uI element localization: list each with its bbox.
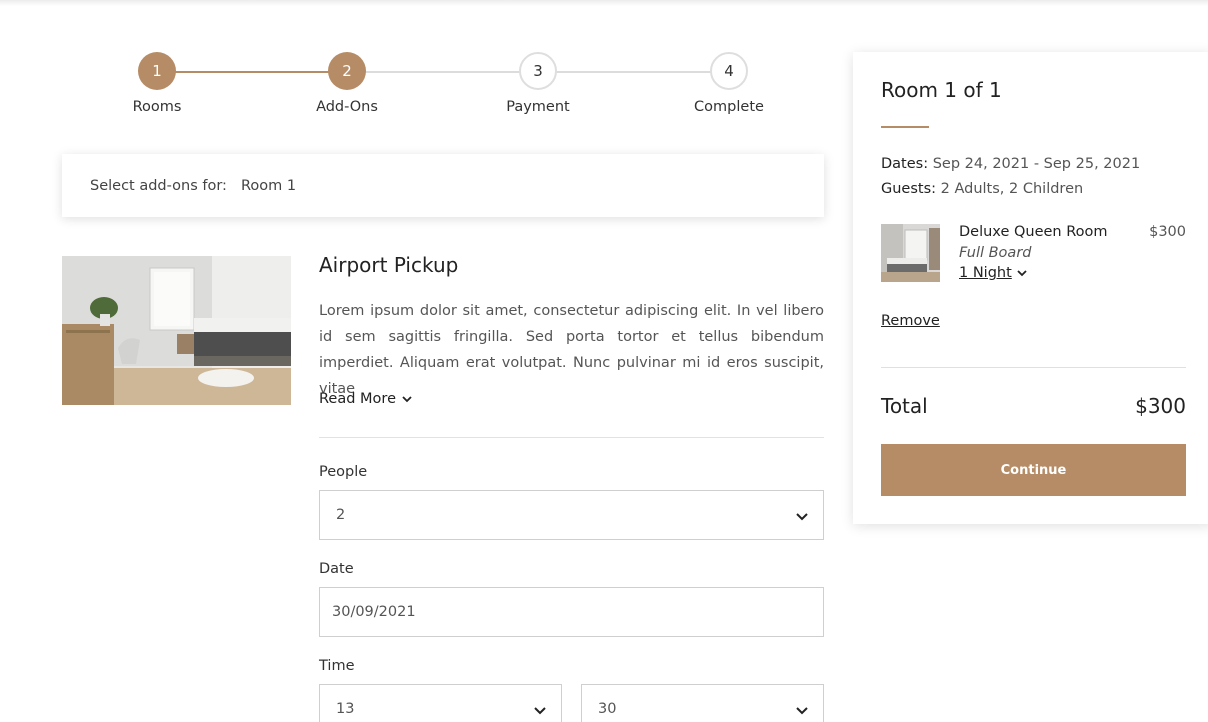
room-price: $300 [1149,224,1186,240]
room-selector-label: Select add-ons for: [90,177,227,194]
room-thumbnail [881,224,940,282]
step-label: Payment [506,99,570,115]
addon-image [62,256,291,405]
total-label: Total [881,394,928,418]
summary-title: Room 1 of 1 [881,78,1002,102]
chevron-down-icon [1017,270,1027,277]
step-label: Complete [694,99,764,115]
addon-title: Airport Pickup [319,253,459,277]
date-input[interactable]: 30/09/2021 [319,587,824,637]
time-minute-select[interactable]: 30 [581,684,824,722]
summary-divider [881,367,1186,368]
time-hour-value: 13 [336,701,355,717]
remove-room-link[interactable]: Remove [881,313,940,329]
room-selector-value[interactable]: Room 1 [241,178,296,194]
step-label: Rooms [132,99,182,115]
total-value: $300 [1135,394,1186,418]
step-complete: 4 Complete [634,52,824,115]
read-more-label: Read More [319,391,396,407]
nights-dropdown[interactable]: 1 Night [959,265,1028,281]
summary-guests: Guests: 2 Adults, 2 Children [881,181,1083,197]
time-label: Time [319,658,355,674]
step-number: 2 [328,52,366,90]
chevron-down-icon [796,513,808,521]
section-divider [319,437,824,438]
step-number: 4 [710,52,748,90]
nights-label: 1 Night [959,265,1012,281]
booking-summary-card: Room 1 of 1 Dates: Sep 24, 2021 - Sep 25… [853,52,1208,524]
chevron-down-icon [402,396,412,403]
step-label: Add-Ons [316,99,378,115]
people-value: 2 [336,507,346,523]
time-minute-value: 30 [598,701,617,717]
step-rooms[interactable]: 1 Rooms [62,52,252,115]
title-accent-line [881,126,929,128]
people-label: People [319,464,368,480]
dates-value: Sep 24, 2021 - Sep 25, 2021 [932,156,1141,172]
guests-value: 2 Adults, 2 Children [940,181,1084,197]
guests-label: Guests: [881,181,937,197]
date-value: 30/09/2021 [332,604,416,620]
date-label: Date [319,561,354,577]
time-hour-select[interactable]: 13 [319,684,562,722]
dates-label: Dates: [881,156,929,172]
addon-description: Lorem ipsum dolor sit amet, consectetur … [319,303,824,397]
top-shadow [0,0,1208,6]
step-number: 1 [138,52,176,90]
people-select[interactable]: 2 [319,490,824,540]
chevron-down-icon [796,707,808,715]
step-number: 3 [519,52,557,90]
room-name: Deluxe Queen Room [959,224,1108,240]
board-type: Full Board [959,245,1032,261]
continue-button[interactable]: Continue [881,444,1186,496]
room-selector[interactable]: Select add-ons for: Room 1 [62,154,824,217]
step-payment: 3 Payment [443,52,633,115]
summary-dates: Dates: Sep 24, 2021 - Sep 25, 2021 [881,156,1140,172]
chevron-down-icon [534,707,546,715]
read-more-link[interactable]: Read More [319,391,413,407]
step-add-ons[interactable]: 2 Add-Ons [252,52,442,115]
booking-stepper: 1 Rooms 2 Add-Ons 3 Payment 4 Complete [62,52,824,122]
